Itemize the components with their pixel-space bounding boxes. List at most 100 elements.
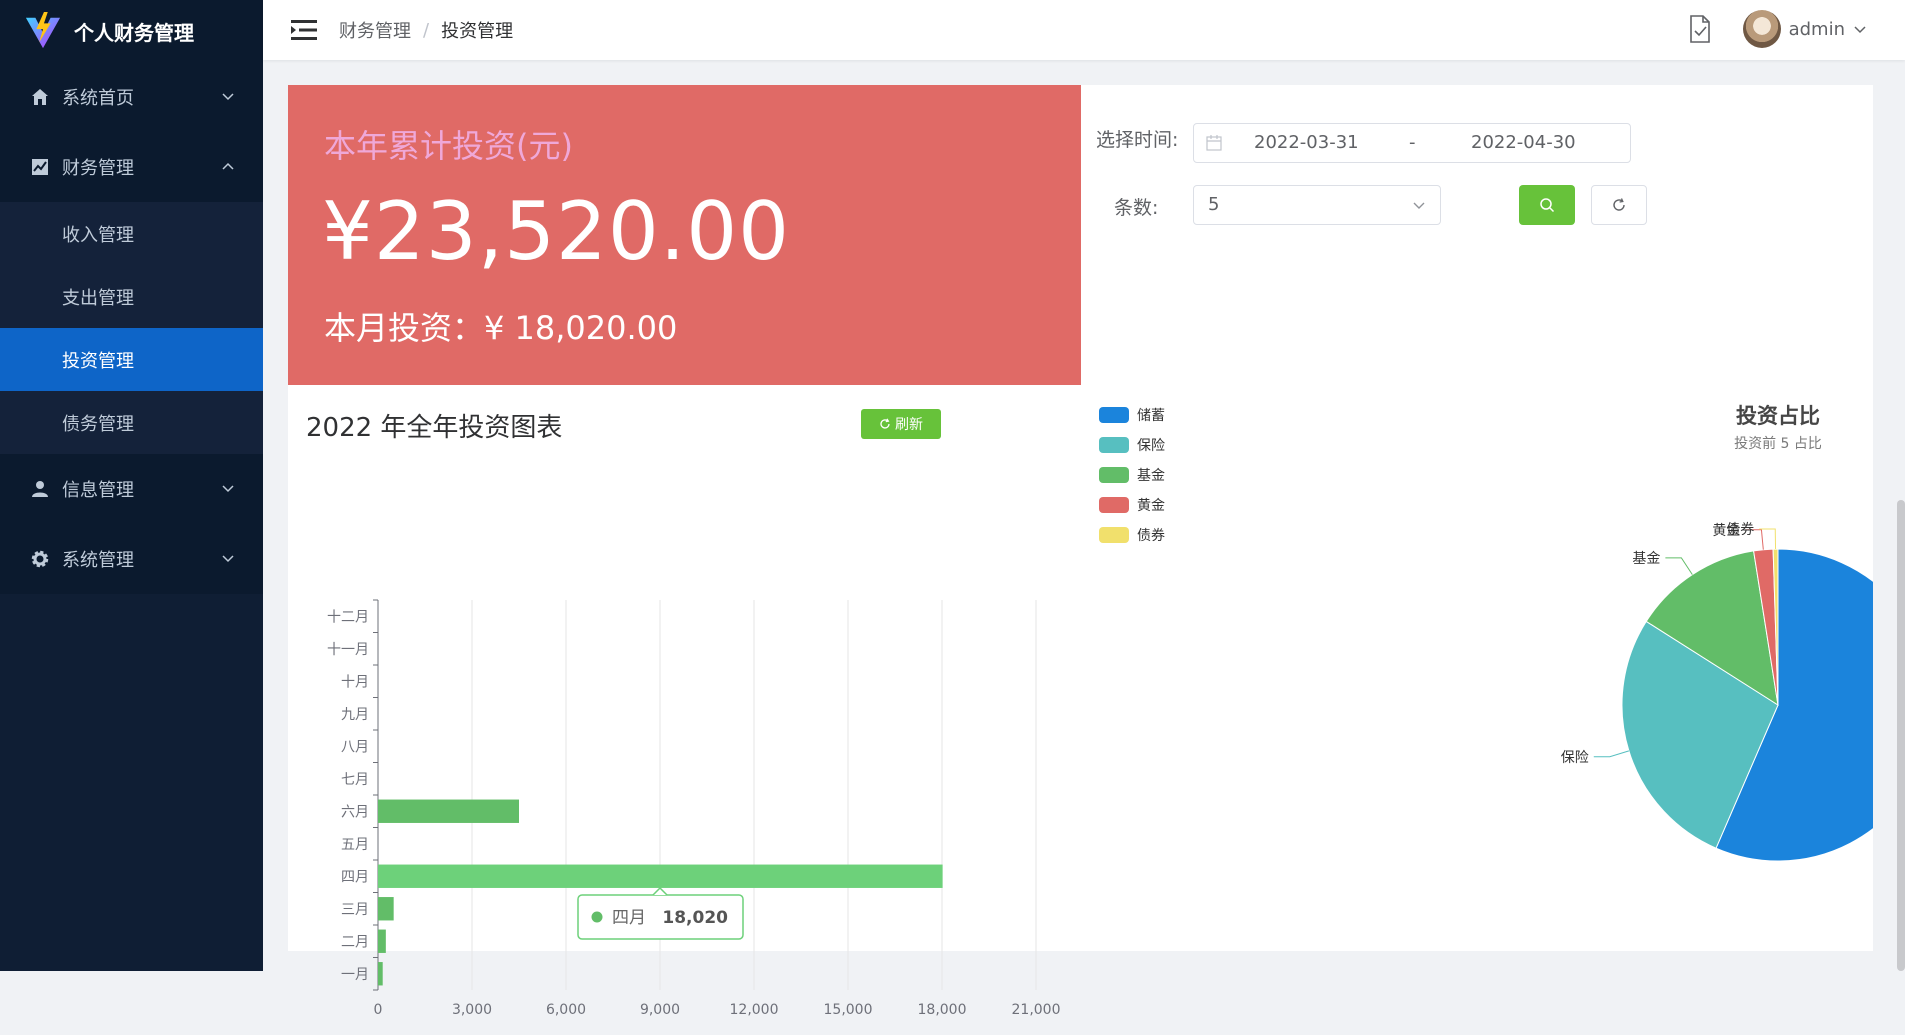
search-button[interactable] — [1519, 185, 1575, 225]
gear-icon — [30, 549, 50, 569]
tooltip-value: 18,020 — [662, 908, 728, 928]
count-label: 条数: — [1114, 197, 1159, 219]
y-tick-label: 十月 — [341, 674, 369, 690]
y-tick-label: 一月 — [341, 967, 369, 983]
bar — [378, 962, 383, 986]
investment-summary-card: 本年累计投资(元) ¥23,520.00 本月投资：¥ 18,020.00 — [288, 85, 1081, 385]
sidebar-item-expense[interactable]: 支出管理 — [0, 265, 263, 328]
breadcrumb-item[interactable]: 财务管理 — [339, 17, 411, 43]
chevron-down-icon — [222, 555, 234, 563]
user-icon — [30, 479, 50, 499]
logo-icon — [25, 12, 61, 49]
breadcrumb-separator: / — [423, 19, 430, 41]
legend-label: 保险 — [1137, 438, 1165, 454]
legend-swatch — [1099, 527, 1129, 543]
x-tick-label: 12,000 — [730, 1002, 779, 1018]
sidebar-item-finance[interactable]: 财务管理 — [0, 132, 263, 202]
x-tick-label: 18,000 — [918, 1002, 967, 1018]
legend-label: 基金 — [1137, 467, 1165, 484]
x-tick-label: 15,000 — [824, 1002, 873, 1018]
x-tick-label: 3,000 — [452, 1002, 492, 1018]
bar — [378, 929, 386, 953]
finance-submenu: 收入管理 支出管理 投资管理 债务管理 — [0, 202, 263, 454]
y-tick-label: 二月 — [341, 934, 369, 950]
legend-swatch — [1099, 467, 1129, 483]
date-separator: - — [1409, 132, 1416, 153]
x-tick-label: 0 — [374, 1002, 383, 1018]
sidebar-item-home[interactable]: 系统首页 — [0, 62, 263, 132]
sidebar-item-income[interactable]: 收入管理 — [0, 202, 263, 265]
tooltip-marker — [591, 911, 603, 923]
search-icon — [1540, 198, 1555, 213]
sidebar-item-investment[interactable]: 投资管理 — [0, 328, 263, 391]
sidebar: 个人财务管理 系统首页 财务管理 收入管理 支出管理 投资管理 债务管理 信息管… — [0, 0, 263, 971]
sidebar-item-debt[interactable]: 债务管理 — [0, 391, 263, 454]
calendar-icon — [1206, 135, 1222, 151]
scrollbar[interactable] — [1897, 500, 1905, 971]
date-end[interactable]: 2022-04-30 — [1471, 132, 1576, 153]
y-tick-label: 五月 — [341, 837, 369, 853]
summary-title: 本年累计投资(元) — [324, 127, 573, 165]
y-tick-label: 七月 — [341, 772, 369, 788]
label-line — [1593, 750, 1630, 758]
tooltip-label: 四月 — [612, 908, 646, 928]
sidebar-item-label: 系统首页 — [62, 88, 134, 109]
document-check-icon[interactable] — [1687, 14, 1713, 44]
tooltip: 四月 18,020 — [577, 886, 744, 940]
legend-swatch — [1099, 437, 1129, 453]
slice-label: 基金 — [1632, 550, 1660, 567]
top-header: 财务管理 / 投资管理 admin — [263, 0, 1905, 60]
pie-chart: 投资占比投资前 5 占比储蓄保险基金黄金债券储蓄保险基金黄金债券 — [1099, 404, 1873, 862]
breadcrumb-current: 投资管理 — [441, 21, 514, 42]
refresh-icon — [1613, 198, 1625, 211]
count-value: 5 — [1208, 194, 1220, 215]
date-start[interactable]: 2022-03-31 — [1254, 132, 1359, 153]
legend-label: 储蓄 — [1137, 408, 1165, 424]
avatar[interactable] — [1742, 10, 1781, 48]
pie-title: 投资占比 — [1736, 404, 1820, 428]
y-tick-label: 四月 — [341, 869, 369, 885]
sidebar-item-label: 系统管理 — [62, 550, 134, 571]
username[interactable]: admin — [1789, 19, 1845, 40]
slice-label: 债券 — [1726, 522, 1754, 538]
date-range-picker[interactable]: 2022-03-31 - 2022-04-30 — [1193, 123, 1631, 163]
app-logo[interactable]: 个人财务管理 — [0, 0, 263, 62]
legend-label: 黄金 — [1137, 497, 1165, 514]
sidebar-item-info[interactable]: 信息管理 — [0, 454, 263, 524]
home-icon — [30, 87, 50, 107]
chevron-down-icon — [222, 93, 234, 101]
y-tick-label: 十一月 — [327, 642, 369, 658]
sidebar-item-system[interactable]: 系统管理 — [0, 524, 263, 594]
pie-subtitle: 投资前 5 占比 — [1734, 435, 1822, 452]
sidebar-item-label: 财务管理 — [62, 158, 134, 179]
x-tick-label: 6,000 — [546, 1002, 586, 1018]
summary-month: 本月投资：¥ 18,020.00 — [324, 309, 678, 347]
menu-fold-icon[interactable] — [291, 19, 317, 41]
count-select[interactable]: 5 — [1193, 185, 1441, 225]
reset-button[interactable] — [1591, 185, 1647, 225]
time-label: 选择时间: — [1096, 129, 1179, 151]
legend-label: 债券 — [1137, 528, 1165, 544]
y-tick-label: 十二月 — [327, 609, 369, 625]
y-tick-label: 九月 — [341, 707, 369, 723]
chevron-down-icon — [1413, 202, 1425, 209]
bar — [378, 864, 943, 888]
x-tick-label: 9,000 — [640, 1002, 680, 1018]
chevron-up-icon — [222, 162, 234, 170]
chart-icon — [30, 157, 50, 177]
summary-total: ¥23,520.00 — [322, 185, 791, 278]
bar — [378, 799, 519, 823]
tooltip-arrow — [652, 886, 668, 896]
bar-chart: 0 3,000 6,000 9,000 12,000 15,000 18,000 21,000… — [327, 599, 1061, 1018]
slice-label: 保险 — [1561, 750, 1589, 766]
y-tick-label: 八月 — [341, 739, 369, 755]
chevron-down-icon — [222, 485, 234, 493]
main-content: 本年累计投资(元) ¥23,520.00 本月投资：¥ 18,020.00 20… — [288, 85, 1873, 1018]
bar — [378, 897, 394, 921]
sidebar-item-label: 信息管理 — [62, 480, 134, 501]
y-tick-label: 六月 — [341, 804, 369, 820]
y-tick-label: 三月 — [341, 902, 369, 918]
chevron-down-icon[interactable] — [1853, 22, 1867, 36]
legend-swatch — [1099, 497, 1129, 513]
label-line — [1665, 557, 1693, 575]
